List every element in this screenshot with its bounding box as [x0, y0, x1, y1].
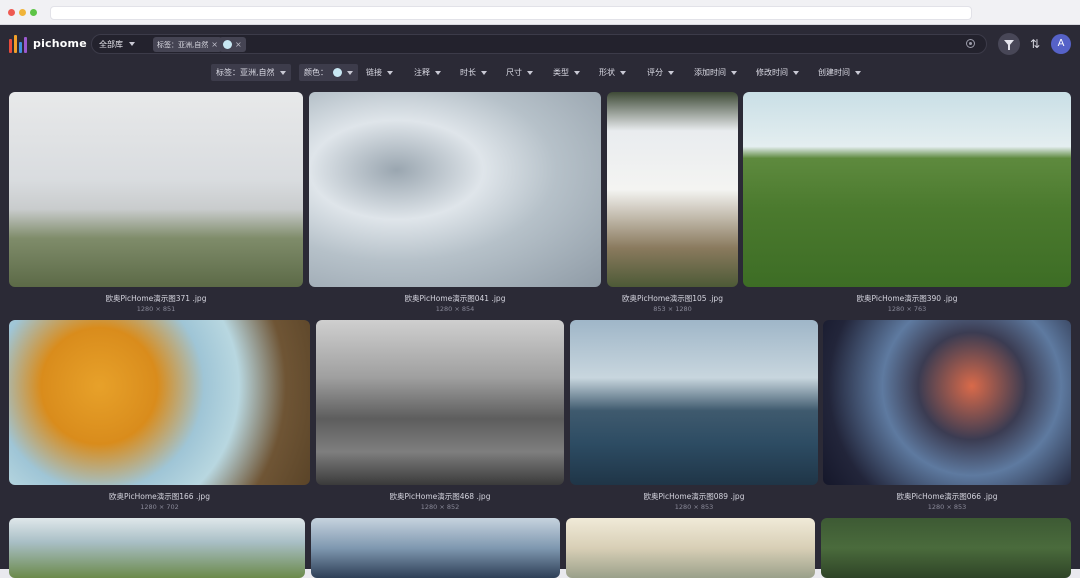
filter-2[interactable]: 链接 [361, 64, 398, 81]
image-dimensions: 1280 × 853 [674, 503, 714, 511]
image-thumbnail[interactable] [9, 518, 305, 578]
image-thumbnail[interactable] [9, 92, 303, 287]
image-dimensions: 1280 × 702 [140, 503, 179, 511]
minimize-window-dot[interactable] [19, 9, 26, 16]
filter-11[interactable]: 创建时间 [813, 64, 866, 81]
image-dimensions: 1280 × 854 [435, 305, 475, 313]
image-dimensions: 853 × 1280 [653, 305, 692, 313]
app-name: pichome [33, 37, 87, 50]
filter-bar: 标签：亚洲,自然 颜色： 链接 注释 时长 尺寸 类型 形状 评分 添加时间 修改时间 创建时间 [0, 63, 1080, 83]
filter-label: 颜色： [304, 68, 328, 77]
library-select[interactable]: 全部库 [99, 37, 135, 51]
image-thumbnail[interactable] [316, 320, 564, 485]
filter-label: 添加时间 [694, 68, 726, 77]
image-thumbnail[interactable] [9, 320, 310, 485]
filter-7[interactable]: 形状 [594, 64, 631, 81]
filter-5[interactable]: 尺寸 [501, 64, 538, 81]
chevron-down-icon [527, 70, 533, 75]
address-bar[interactable] [50, 6, 972, 20]
filter-label: 修改时间 [756, 68, 788, 77]
image-thumbnail[interactable] [607, 92, 738, 287]
image-card[interactable]: 欧奥PicHome演示图089 .jpg 1280 × 853 [570, 320, 818, 515]
image-thumbnail[interactable] [311, 518, 560, 578]
filter-label: 评分 [647, 68, 663, 77]
chevron-down-icon [620, 70, 626, 75]
chevron-down-icon [481, 70, 487, 75]
image-card[interactable]: 欧奥PicHome演示图105 .jpg 853 × 1280 [607, 92, 738, 317]
filter-label: 创建时间 [818, 68, 850, 77]
filter-label: 标签：亚洲,自然 [216, 68, 275, 77]
filter-button[interactable] [998, 33, 1020, 55]
image-filename: 欧奥PicHome演示图390 .jpg [856, 294, 958, 303]
library-select-label: 全部库 [99, 39, 123, 49]
image-dimensions: 1280 × 851 [136, 305, 176, 313]
image-filename: 欧奥PicHome演示图105 .jpg [622, 294, 723, 303]
sort-button[interactable]: ⇅ [1025, 33, 1045, 55]
filter-label: 链接 [366, 68, 382, 77]
chevron-down-icon [387, 70, 393, 75]
chevron-down-icon [668, 70, 674, 75]
image-card[interactable]: 欧奥PicHome演示图066 .jpg 1280 × 853 [823, 320, 1071, 515]
sort-icon: ⇅ [1029, 37, 1041, 51]
image-filename: 欧奥PicHome演示图371 .jpg [105, 294, 207, 303]
image-card[interactable]: 欧奥PicHome演示图468 .jpg 1280 × 852 [316, 320, 564, 515]
image-card[interactable]: 欧奥PicHome演示图371 .jpg 1280 × 851 [9, 92, 303, 317]
clear-search-icon[interactable] [966, 39, 975, 48]
color-swatch [223, 40, 232, 49]
maximize-window-dot[interactable] [30, 9, 37, 16]
chevron-down-icon [279, 70, 286, 75]
close-icon[interactable]: × [211, 40, 218, 49]
image-thumbnail[interactable] [821, 518, 1071, 578]
top-bar: pichome 全部库 标签：亚洲,自然 × × ⇅ A [0, 25, 1080, 63]
image-dimensions: 1280 × 853 [927, 503, 967, 511]
image-filename: 欧奥PicHome演示图166 .jpg [109, 492, 210, 501]
tag-chip-label: 标签：亚洲,自然 [157, 40, 209, 49]
chevron-down-icon [347, 70, 353, 75]
filter-9[interactable]: 添加时间 [689, 64, 742, 81]
image-card[interactable]: 欧奥PicHome演示图390 .jpg 1280 × 763 [743, 92, 1071, 317]
close-icon[interactable]: × [235, 40, 242, 49]
image-dimensions: 1280 × 852 [420, 503, 460, 511]
chevron-down-icon [731, 70, 737, 75]
chevron-down-icon [574, 70, 580, 75]
filter-label: 时长 [460, 68, 476, 77]
chevron-down-icon [435, 70, 441, 75]
image-thumbnail[interactable] [823, 320, 1071, 485]
filter-label: 尺寸 [506, 68, 522, 77]
image-dimensions: 1280 × 763 [887, 305, 927, 313]
image-filename: 欧奥PicHome演示图089 .jpg [643, 492, 745, 501]
close-window-dot[interactable] [8, 9, 15, 16]
image-thumbnail[interactable] [566, 518, 815, 578]
filter-label: 类型 [553, 68, 569, 77]
image-card[interactable]: 欧奥PicHome演示图166 .jpg 1280 × 702 [9, 320, 310, 515]
filter-8[interactable]: 评分 [642, 64, 679, 81]
filter-0[interactable]: 标签：亚洲,自然 [211, 64, 291, 81]
avatar[interactable]: A [1051, 34, 1071, 54]
color-swatch [333, 68, 342, 77]
image-filename: 欧奥PicHome演示图468 .jpg [389, 492, 491, 501]
funnel-icon [1004, 40, 1014, 50]
filter-label: 注释 [414, 68, 430, 77]
filter-label: 形状 [599, 68, 615, 77]
image-filename: 欧奥PicHome演示图066 .jpg [896, 492, 998, 501]
filter-4[interactable]: 时长 [455, 64, 492, 81]
pichome-logo-icon [9, 35, 27, 53]
tag-chip[interactable]: 标签：亚洲,自然 × [153, 37, 222, 52]
color-chip[interactable]: × [219, 37, 246, 52]
filter-6[interactable]: 类型 [548, 64, 585, 81]
filter-10[interactable]: 修改时间 [751, 64, 804, 81]
chevron-down-icon [855, 70, 861, 75]
app-window: pichome 全部库 标签：亚洲,自然 × × ⇅ A 标签：亚洲,自然 颜色：… [0, 25, 1080, 578]
image-thumbnail[interactable] [309, 92, 601, 287]
image-thumbnail[interactable] [743, 92, 1071, 287]
image-filename: 欧奥PicHome演示图041 .jpg [404, 294, 506, 303]
filter-3[interactable]: 注释 [409, 64, 446, 81]
filter-1[interactable]: 颜色： [299, 64, 358, 81]
browser-chrome [0, 0, 1080, 25]
chevron-down-icon [793, 70, 799, 75]
image-thumbnail[interactable] [570, 320, 818, 485]
chevron-down-icon [129, 42, 135, 46]
image-card[interactable]: 欧奥PicHome演示图041 .jpg 1280 × 854 [309, 92, 601, 317]
